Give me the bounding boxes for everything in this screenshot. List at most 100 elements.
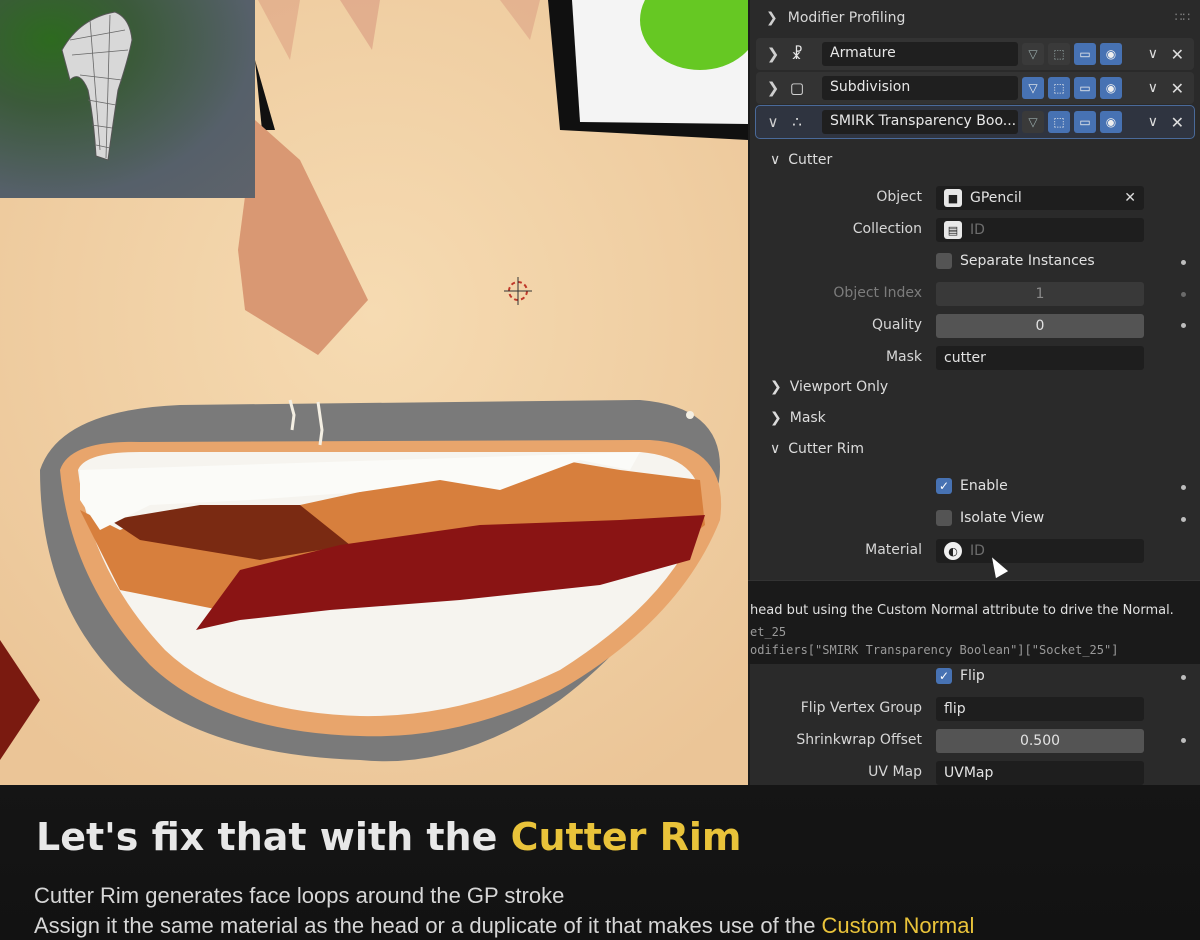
viewport-only-section-header[interactable]: ❯ Viewport Only (770, 379, 888, 395)
checkbox-unchecked-icon[interactable] (936, 510, 952, 526)
modifier-name-field[interactable]: Subdivision (822, 76, 1018, 100)
flip-label: Flip (960, 668, 985, 684)
material-field[interactable]: ◐ ID (936, 539, 1144, 563)
enable-checkbox[interactable]: ✓ Enable (936, 478, 1008, 494)
object-index-field[interactable]: 1 (936, 282, 1144, 306)
caption-line-2: Assign it the same material as the head … (34, 913, 974, 939)
chevron-down-icon: ∨ (770, 152, 781, 168)
reference-thumbnail (0, 0, 255, 198)
keyframe-dot-icon[interactable] (1181, 675, 1186, 680)
cutter-section-label: Cutter (788, 152, 833, 168)
chevron-down-icon[interactable]: ∨ (762, 113, 784, 131)
headline-text: Let's fix that with the (36, 815, 511, 859)
keyframe-dot-icon[interactable] (1181, 260, 1186, 265)
viewport-display-icon[interactable]: ▭ (1074, 77, 1096, 99)
clear-icon[interactable]: ✕ (1124, 190, 1136, 206)
modifier-profiling-header[interactable]: ❯ Modifier Profiling (766, 10, 905, 26)
shrinkwrap-offset-field[interactable]: 0.500 (936, 729, 1144, 753)
modifier-name-field[interactable]: SMIRK Transparency Boo... (822, 110, 1018, 134)
checkmark-icon[interactable]: ✓ (936, 478, 952, 494)
separate-instances-checkbox[interactable]: Separate Instances (936, 253, 1095, 269)
chevron-right-icon[interactable]: ❯ (762, 45, 784, 63)
flip-vertex-group-label: Flip Vertex Group (800, 700, 922, 716)
cutter-section-header[interactable]: ∨ Cutter (770, 152, 832, 168)
close-icon[interactable]: ✕ (1171, 45, 1184, 64)
quality-field[interactable]: 0 (936, 314, 1144, 338)
chevron-right-icon[interactable]: ❯ (762, 79, 784, 97)
viewport-display-icon[interactable]: ▭ (1074, 43, 1096, 65)
collection-placeholder: ID (970, 222, 985, 238)
object-label: Object (876, 189, 922, 205)
keyframe-dot-icon[interactable] (1181, 292, 1186, 297)
render-camera-icon[interactable]: ◉ (1100, 111, 1122, 133)
edit-cage-icon[interactable]: ▽ (1022, 77, 1044, 99)
checkbox-unchecked-icon[interactable] (936, 253, 952, 269)
caption-headline: Let's fix that with the Cutter Rim (36, 815, 742, 859)
cutter-rim-section-header[interactable]: ∨ Cutter Rim (770, 441, 864, 457)
object-field[interactable]: ■ GPencil ✕ (936, 186, 1144, 210)
caption-line-2-text: Assign it the same material as the head … (34, 913, 822, 938)
tooltip-description: head but using the Custom Normal attribu… (750, 603, 1174, 618)
dropdown-chevron-icon[interactable]: ∨ (1148, 80, 1158, 96)
caption-line-2-highlight: Custom Normal (821, 913, 975, 938)
mask-field[interactable]: cutter (936, 346, 1144, 370)
armature-icon: ☧ (791, 45, 803, 63)
collection-field[interactable]: ▤ ID (936, 218, 1144, 242)
mask-section-header[interactable]: ❯ Mask (770, 410, 826, 426)
close-icon[interactable]: ✕ (1171, 113, 1184, 132)
edit-cage-icon[interactable]: ▽ (1022, 111, 1044, 133)
chevron-right-icon: ❯ (770, 410, 782, 426)
collection-label: Collection (852, 221, 922, 237)
material-sphere-icon: ◐ (944, 542, 962, 560)
keyframe-dot-icon[interactable] (1181, 517, 1186, 522)
keyframe-dot-icon[interactable] (1181, 738, 1186, 743)
grease-pencil-object-icon: ■ (944, 189, 962, 207)
drag-handle-icon[interactable]: ∷∷ (1175, 10, 1190, 24)
dropdown-chevron-icon[interactable]: ∨ (1148, 46, 1158, 62)
material-label: Material (865, 542, 922, 558)
modifier-profiling-label: Modifier Profiling (787, 10, 906, 26)
viewport-only-label: Viewport Only (789, 379, 889, 395)
keyframe-dot-icon[interactable] (1181, 323, 1186, 328)
chevron-down-icon: ∨ (770, 441, 781, 457)
headline-highlight: Cutter Rim (510, 815, 742, 859)
enable-label: Enable (960, 478, 1008, 494)
close-icon[interactable]: ✕ (1171, 79, 1184, 98)
caption-banner: Let's fix that with the Cutter Rim Cutte… (0, 785, 1200, 940)
object-value: GPencil (970, 190, 1022, 206)
edit-mode-icon[interactable]: ⬚ (1048, 43, 1070, 65)
caption-line-1: Cutter Rim generates face loops around t… (34, 883, 565, 908)
quality-label: Quality (871, 317, 922, 333)
chevron-right-icon: ❯ (770, 379, 782, 395)
mask-section-label: Mask (789, 410, 826, 426)
isolate-view-checkbox[interactable]: Isolate View (936, 510, 1044, 526)
edit-mode-icon[interactable]: ⬚ (1048, 77, 1070, 99)
mask-label: Mask (885, 349, 922, 365)
tooltip: head but using the Custom Normal attribu… (748, 580, 1200, 664)
render-camera-icon[interactable]: ◉ (1100, 43, 1122, 65)
viewport-display-icon[interactable]: ▭ (1074, 111, 1096, 133)
uv-map-field[interactable]: UVMap (936, 761, 1144, 785)
tooltip-python-path: odifiers["SMIRK Transparency Boolean"]["… (750, 643, 1119, 657)
edit-mode-icon[interactable]: ⬚ (1048, 111, 1070, 133)
flip-vertex-group-field[interactable]: flip (936, 697, 1144, 721)
flip-checkbox[interactable]: ✓ Flip (936, 668, 985, 684)
modifier-smirk-transparency-boolean[interactable]: ∨ ∴ SMIRK Transparency Boo... ▽ ⬚ ▭ ◉ ∨ … (755, 105, 1195, 139)
uv-map-label: UV Map (868, 764, 922, 780)
modifier-armature[interactable]: ❯ ☧ Armature ▽ ⬚ ▭ ◉ ∨ ✕ (756, 38, 1194, 70)
cutter-rim-section-label: Cutter Rim (788, 441, 864, 457)
3d-viewport[interactable] (0, 0, 748, 785)
edit-cage-icon[interactable]: ▽ (1022, 43, 1044, 65)
wireframe-mesh-icon (61, 11, 133, 161)
render-camera-icon[interactable]: ◉ (1100, 77, 1122, 99)
checkmark-icon[interactable]: ✓ (936, 668, 952, 684)
tooltip-socket-id: et_25 (750, 625, 787, 639)
shrinkwrap-offset-label: Shrinkwrap Offset (796, 732, 922, 748)
modifier-name-field[interactable]: Armature (822, 42, 1018, 66)
dropdown-chevron-icon[interactable]: ∨ (1148, 114, 1158, 130)
object-index-label: Object Index (833, 285, 922, 301)
keyframe-dot-icon[interactable] (1181, 485, 1186, 490)
modifier-subdivision[interactable]: ❯ ▢ Subdivision ▽ ⬚ ▭ ◉ ∨ ✕ (756, 72, 1194, 104)
collection-box-icon: ▤ (944, 221, 962, 239)
properties-panel: ❯ Modifier Profiling ∷∷ ❯ ☧ Armature ▽ ⬚… (748, 0, 1200, 785)
